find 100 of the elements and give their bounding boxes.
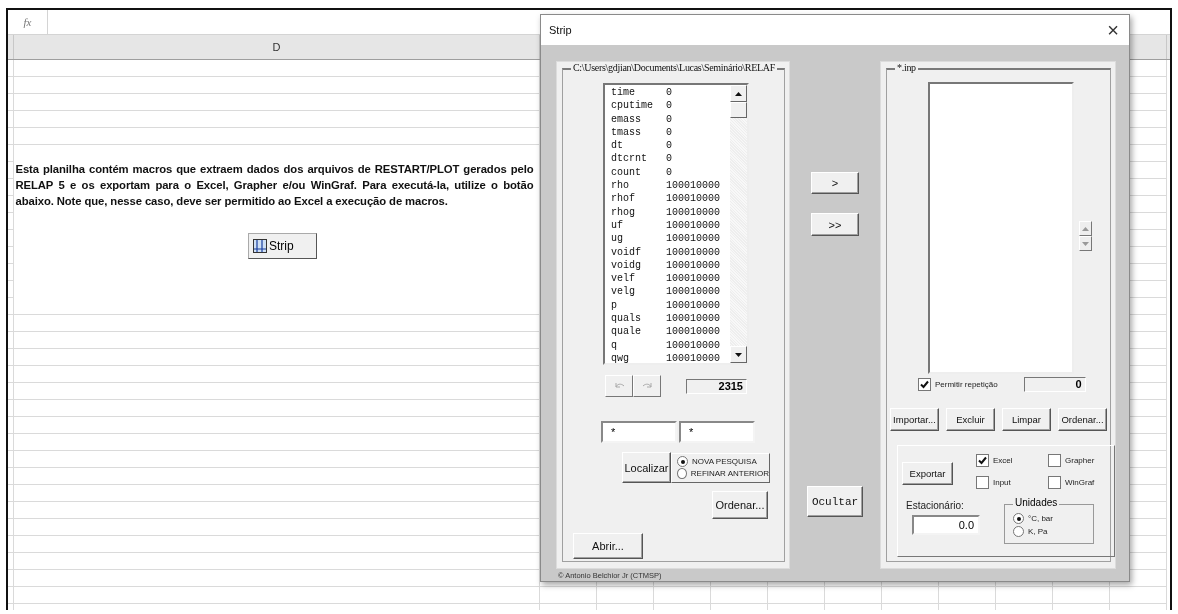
check-icon <box>978 456 987 465</box>
checkbox[interactable] <box>1048 454 1061 467</box>
radio-button[interactable] <box>1013 513 1024 524</box>
variable-name[interactable]: qwg <box>611 351 666 366</box>
variable-name[interactable]: time <box>611 86 666 100</box>
dialog-title: Strip <box>549 24 572 36</box>
variable-value: 100010000 <box>666 298 720 313</box>
variable-value: 100010000 <box>666 179 720 193</box>
variable-name[interactable]: uf <box>611 218 666 233</box>
scrollbar[interactable] <box>730 85 747 363</box>
scroll-thumb[interactable] <box>730 102 747 118</box>
units-legend: Unidades <box>1013 497 1060 508</box>
radio-label: NOVA PESQUISA <box>692 457 757 466</box>
list-action-button[interactable]: Excluir <box>946 408 995 431</box>
variable-name[interactable]: ug <box>611 232 666 246</box>
checkbox-label: WinGraf <box>1065 478 1095 487</box>
variable-name[interactable]: velg <box>611 285 666 299</box>
spin-down-button[interactable] <box>1079 236 1092 251</box>
checkbox-label: Grapher <box>1065 456 1095 465</box>
scroll-down-button[interactable] <box>730 346 747 363</box>
checkbox-label: Input <box>993 478 1011 487</box>
export-button[interactable]: Exportar <box>902 462 953 485</box>
search-field[interactable]: * <box>601 421 677 443</box>
variable-value: 100010000 <box>666 351 720 366</box>
up-arrow-icon <box>735 91 742 96</box>
variable-value: 100010000 <box>666 192 720 206</box>
strip-button[interactable]: Strip <box>248 233 317 259</box>
checkbox[interactable] <box>1048 476 1061 489</box>
variable-name[interactable]: rhof <box>611 192 666 206</box>
variable-name[interactable]: cputime <box>611 99 666 113</box>
variable-name[interactable]: velf <box>611 272 666 286</box>
variable-value: 0 <box>666 152 672 166</box>
variable-name[interactable]: rho <box>611 179 666 193</box>
variable-value: 100010000 <box>666 272 720 286</box>
checkbox-label: Permitir repetição <box>935 380 998 389</box>
radio-label: REFINAR ANTERIOR <box>690 469 769 478</box>
variable-name[interactable]: tmass <box>611 125 666 140</box>
add-button[interactable]: > <box>811 172 859 194</box>
variable-value: 100010000 <box>666 245 720 259</box>
variable-value: 100010000 <box>666 338 720 352</box>
variables-list[interactable] <box>603 83 749 365</box>
up-arrow-icon <box>1082 226 1089 231</box>
scroll-up-button[interactable] <box>730 85 747 102</box>
variable-name[interactable]: voidf <box>611 245 666 259</box>
formula-label: fx <box>8 10 48 34</box>
variable-value: 0 <box>666 99 672 113</box>
radio-button[interactable] <box>677 468 687 479</box>
variable-value: 100010000 <box>666 285 720 299</box>
redo-icon <box>641 382 653 390</box>
variable-value: 0 <box>666 112 672 126</box>
steady-state-label: Estacionário: <box>906 500 964 511</box>
spin-up-button[interactable] <box>1079 221 1092 236</box>
file-type-legend: *.inp <box>895 62 918 73</box>
variable-value: 100010000 <box>666 258 720 273</box>
radio-label: °C, bar <box>1028 514 1053 523</box>
list-action-button[interactable]: Limpar <box>1002 408 1051 431</box>
checkbox-label: Excel <box>993 456 1013 465</box>
variable-name[interactable]: emass <box>611 112 666 126</box>
steady-state-field[interactable]: 0.0 <box>912 515 980 535</box>
variable-name[interactable]: dt <box>611 139 666 153</box>
variable-value: 0 <box>666 125 672 140</box>
hide-button[interactable]: Ocultar <box>807 486 863 517</box>
selected-count: 0 <box>1023 377 1086 392</box>
list-action-button[interactable]: Importar... <box>890 408 939 431</box>
radio-label: K, Pa <box>1028 527 1048 536</box>
variable-name[interactable]: q <box>611 338 666 352</box>
checkbox[interactable] <box>918 378 931 391</box>
file-path-legend: C:\Users\gdjian\Documents\Lucas\Seminário\RELAF <box>571 62 777 73</box>
chart-icon <box>253 239 267 253</box>
close-button[interactable]: × <box>1105 20 1121 40</box>
variable-name[interactable]: rhog <box>611 205 666 219</box>
radio-button[interactable] <box>1013 526 1024 537</box>
variable-name[interactable]: voidg <box>611 258 666 273</box>
variable-name[interactable]: dtcrnt <box>611 152 666 166</box>
radio-button[interactable] <box>677 456 688 467</box>
variable-value: 100010000 <box>666 205 720 219</box>
macro-description: Esta planilha contém macros que extraem dados dos arquivos de RESTART/PLOT gerados pelo RELAP 5 e os exportam para o Excel, Grapher e/ou WinGraf. Para executá-la, utilize o botão abaixo. Note que, nesse caso, deve ser permitido ao Excel a execução de macros. <box>15 162 534 209</box>
spin-buttons[interactable] <box>1079 221 1092 251</box>
variable-name[interactable]: p <box>611 298 666 313</box>
sort-button[interactable]: Ordenar... <box>712 491 768 519</box>
variable-value: 100010000 <box>666 218 720 233</box>
add-all-button[interactable]: >> <box>811 213 859 236</box>
variable-name[interactable]: count <box>611 165 666 180</box>
down-arrow-icon <box>1082 241 1089 246</box>
down-arrow-icon <box>735 352 742 357</box>
variable-name[interactable]: quals <box>611 312 666 326</box>
search-field[interactable]: * <box>679 421 755 443</box>
variable-value: 100010000 <box>666 325 720 339</box>
open-button[interactable]: Abrir... <box>573 533 643 559</box>
checkbox[interactable] <box>976 476 989 489</box>
check-icon <box>920 380 929 389</box>
variable-value: 100010000 <box>666 232 720 246</box>
variable-name[interactable]: quale <box>611 325 666 339</box>
variable-value: 100010000 <box>666 312 720 326</box>
checkbox[interactable] <box>976 454 989 467</box>
selected-list[interactable] <box>928 82 1074 374</box>
find-button[interactable]: Localizar <box>622 452 671 483</box>
list-action-button[interactable]: Ordenar... <box>1058 408 1107 431</box>
variable-value: 0 <box>666 139 672 153</box>
undo-icon <box>613 382 625 390</box>
